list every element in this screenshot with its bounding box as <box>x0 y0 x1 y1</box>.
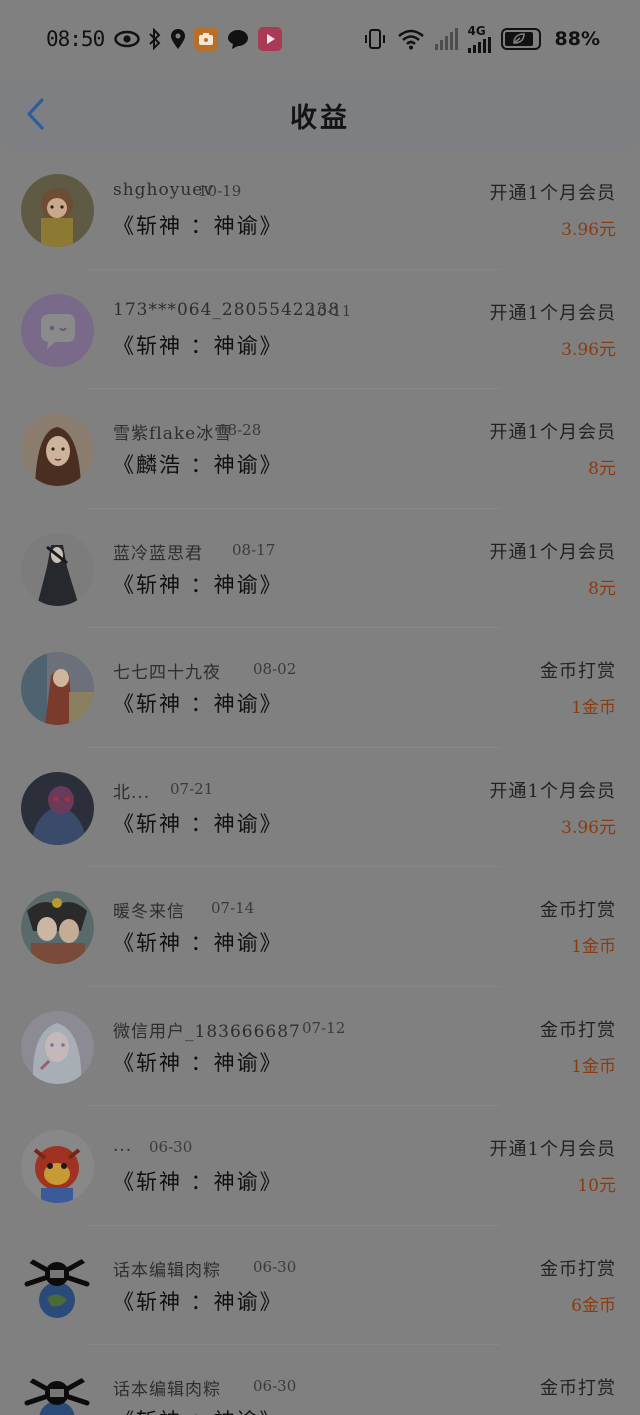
record-date: 07-21 <box>170 779 214 798</box>
income-row[interactable]: 雪紫flake冰雪 08-28 《麟浩 ：神谕》 开通1个月会员 8元 <box>0 389 640 509</box>
income-type: 开通1个月会员 <box>489 183 616 204</box>
income-row[interactable]: 微信用户_183666687 07-12 《斩神 ：神谕》 金币打赏 1金币 <box>0 987 640 1106</box>
record-date: 10-11 <box>308 301 352 320</box>
income-amount: 1金币 <box>571 1056 616 1077</box>
avatar[interactable] <box>21 1010 94 1084</box>
income-amount: 3.96元 <box>561 220 616 240</box>
work-title: 《斩神 ：神谕》 <box>113 1170 283 1194</box>
status-left-icons <box>114 27 283 51</box>
status-time: 08:50 <box>46 27 105 51</box>
status-bar: 08:50 4G 88% <box>0 0 640 78</box>
page-title: 收益 <box>290 103 350 134</box>
income-amount: 10元 <box>577 1176 616 1196</box>
income-amount: 1金币 <box>571 937 616 957</box>
avatar[interactable] <box>21 413 94 486</box>
work-title: 《斩神 ：神谕》 <box>113 572 283 597</box>
income-amount: 8元 <box>588 459 616 479</box>
record-date: 06-30 <box>253 1377 297 1395</box>
income-type: 金币打赏 <box>540 900 616 921</box>
income-type: 开通1个月会员 <box>489 1139 616 1160</box>
record-date: 08-02 <box>253 660 297 678</box>
work-title: 《斩神 ：神谕》 <box>113 931 283 955</box>
income-row[interactable]: 七七四十九夜 08-02 《斩神 ：神谕》 金币打赏 1金币 <box>0 628 640 748</box>
income-row[interactable]: 话本编辑肉粽 06-30 《斩神 ：神谕》 金币打赏 <box>0 1345 640 1415</box>
avatar[interactable] <box>21 1130 94 1203</box>
battery-percent: 88% <box>554 28 600 50</box>
work-title: 《斩神 ：神谕》 <box>113 692 283 716</box>
avatar[interactable] <box>21 293 94 367</box>
signal-icon-sim1 <box>434 28 458 50</box>
eye-icon <box>114 30 140 48</box>
record-date: 10-19 <box>198 182 242 200</box>
network-type: 4G <box>467 24 486 38</box>
bluetooth-icon <box>148 28 162 50</box>
income-amount: 3.96元 <box>561 817 616 838</box>
income-row[interactable]: 蓝冷蓝思君 08-17 《斩神 ：神谕》 开通1个月会员 8元 <box>0 509 640 628</box>
avatar[interactable] <box>21 771 94 845</box>
avatar[interactable] <box>21 891 94 964</box>
work-title: 《斩神 ：神谕》 <box>113 1405 283 1415</box>
wifi-icon <box>397 28 425 50</box>
avatar[interactable] <box>21 532 94 606</box>
record-date: 07-12 <box>302 1018 346 1037</box>
status-right-icons: 4G 88% <box>363 25 600 53</box>
username[interactable]: 暖冬来信 <box>113 897 185 922</box>
income-row[interactable]: 北... 07-21 《斩神 ：神谕》 开通1个月会员 3.96元 <box>0 748 640 867</box>
username[interactable]: 北... <box>113 778 150 803</box>
avatar[interactable] <box>21 1369 94 1415</box>
income-row[interactable]: 暖冬来信 07-14 《斩神 ：神谕》 金币打赏 1金币 <box>0 867 640 987</box>
income-amount: 8元 <box>588 578 616 599</box>
income-row[interactable]: shghoyuev 10-19 《斩神 ：神谕》 开通1个月会员 3.96元 <box>0 150 640 270</box>
vibrate-icon <box>363 27 387 51</box>
avatar[interactable] <box>21 652 94 725</box>
work-title: 《麟浩 ：神谕》 <box>113 453 283 477</box>
work-title: 《斩神 ：神谕》 <box>113 333 283 358</box>
username[interactable]: 微信用户_183666687 <box>113 1017 301 1042</box>
income-type: 开通1个月会员 <box>489 541 616 563</box>
income-list: shghoyuev 10-19 《斩神 ：神谕》 开通1个月会员 3.96元 1… <box>0 150 640 1415</box>
income-type: 金币打赏 <box>540 661 616 682</box>
work-title: 《斩神 ：神谕》 <box>113 1050 283 1075</box>
app-notification-icon <box>194 27 219 51</box>
record-date: 06-30 <box>253 1257 297 1276</box>
income-type: 金币打赏 <box>540 1019 616 1041</box>
record-date: 07-14 <box>211 899 255 917</box>
video-app-icon <box>258 27 283 51</box>
record-date: 06-30 <box>149 1138 193 1156</box>
income-amount: 3.96元 <box>561 339 616 360</box>
income-type: 开通1个月会员 <box>489 780 616 802</box>
username[interactable]: 话本编辑肉粽 <box>113 1375 221 1400</box>
income-row[interactable]: 173***064_2805542238 10-11 《斩神 ：神谕》 开通1个… <box>0 270 640 389</box>
income-amount: 1金币 <box>571 698 616 718</box>
income-type: 开通1个月会员 <box>489 302 616 324</box>
username[interactable]: 话本编辑肉粽 <box>113 1256 221 1281</box>
income-amount: 6金币 <box>571 1295 616 1316</box>
record-date: 08-28 <box>218 421 262 439</box>
location-icon <box>170 28 186 50</box>
avatar[interactable] <box>21 1249 94 1323</box>
income-type: 金币打赏 <box>540 1258 616 1280</box>
income-row[interactable]: 话本编辑肉粽 06-30 《斩神 ：神谕》 金币打赏 6金币 <box>0 1226 640 1345</box>
record-date: 08-17 <box>232 540 276 559</box>
username[interactable]: 雪紫flake冰雪 <box>113 419 232 444</box>
signal-icon-sim2: 4G <box>467 24 491 53</box>
chat-bubble-icon <box>226 28 250 50</box>
username[interactable]: 七七四十九夜 <box>113 658 221 683</box>
income-type: 金币打赏 <box>540 1378 616 1399</box>
income-row[interactable]: ... 06-30 《斩神 ：神谕》 开通1个月会员 10元 <box>0 1106 640 1226</box>
battery-icon <box>500 28 541 50</box>
top-navigation-bar: 收益 <box>0 78 640 150</box>
username[interactable]: ... <box>113 1136 132 1156</box>
work-title: 《斩神 ：神谕》 <box>113 214 283 238</box>
work-title: 《斩神 ：神谕》 <box>113 811 283 836</box>
username[interactable]: 173***064_2805542238 <box>113 300 340 320</box>
avatar[interactable] <box>21 174 94 247</box>
income-type: 开通1个月会员 <box>489 422 616 443</box>
username[interactable]: 蓝冷蓝思君 <box>113 539 203 564</box>
work-title: 《斩神 ：神谕》 <box>113 1289 283 1314</box>
